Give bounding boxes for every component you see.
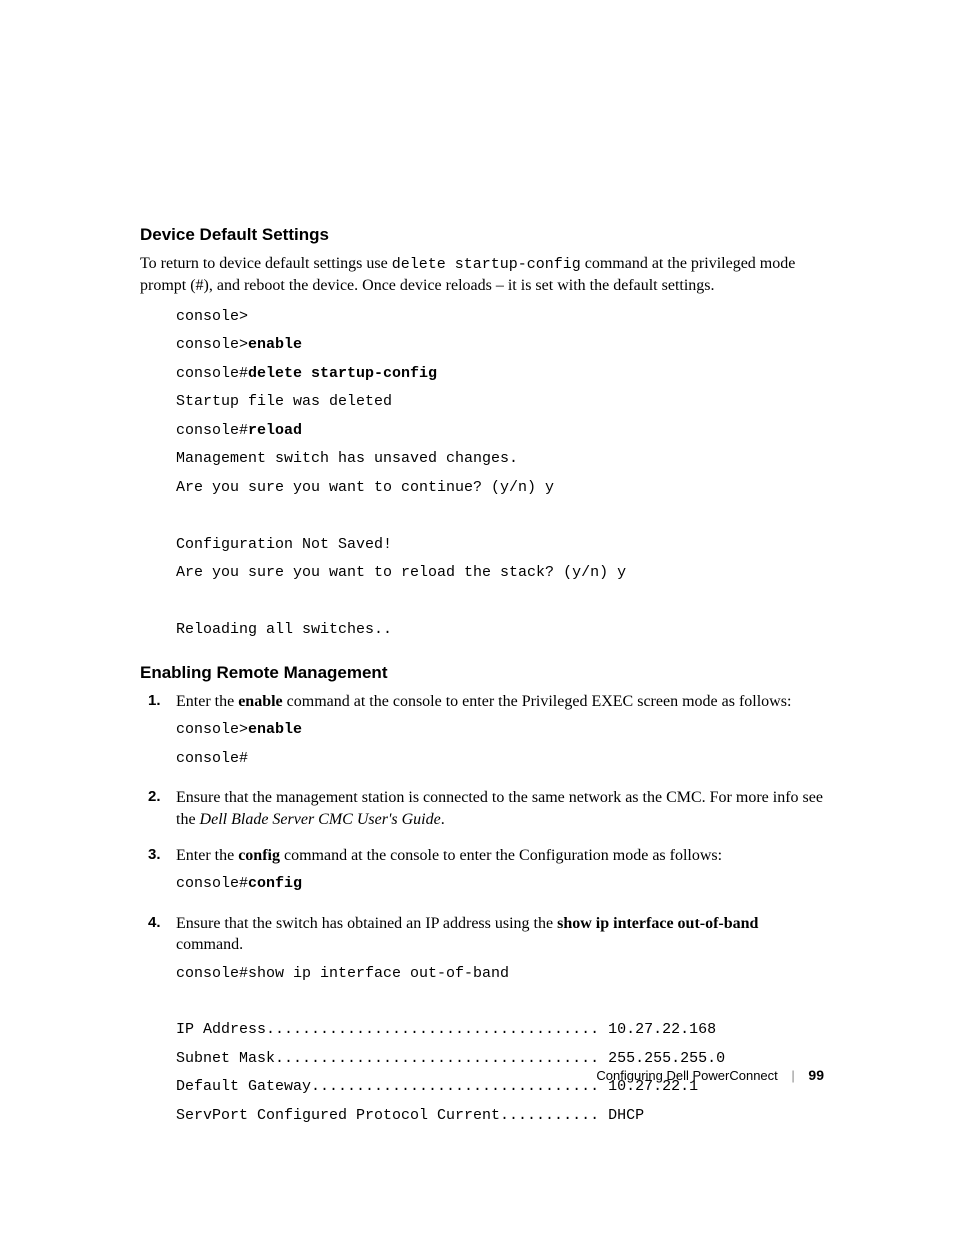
step-text-post: command. (176, 936, 243, 953)
code-block-default: console> console>enable console#delete s… (176, 303, 824, 645)
code-line: Configuration Not Saved! (176, 536, 392, 553)
code-bold: delete startup-config (248, 365, 437, 382)
step-cmd: enable (238, 693, 282, 710)
step-italic: Dell Blade Server CMC User's Guide (200, 811, 441, 828)
step-code: console#show ip interface out-of-band (176, 960, 824, 989)
para-text-pre: To return to device default settings use (140, 255, 392, 272)
step-cmd: show ip interface out-of-band (557, 915, 758, 932)
code-line: console# (176, 875, 248, 892)
page-footer: Configuring Dell PowerConnect | 99 (596, 1067, 824, 1083)
step-text-pre: Enter the (176, 847, 238, 864)
heading-remote-management: Enabling Remote Management (140, 663, 824, 683)
code-line: console# (176, 365, 248, 382)
output-line: Subnet Mask.............................… (176, 1050, 725, 1067)
code-line: Are you sure you want to continue? (y/n)… (176, 479, 554, 496)
step-text-post: command at the console to enter the Priv… (283, 693, 792, 710)
step-code: console#config (176, 870, 824, 899)
step-3: 3. Enter the config command at the conso… (140, 845, 824, 899)
step-text-post: . (441, 811, 445, 828)
heading-device-default: Device Default Settings (140, 225, 824, 245)
step-2: 2. Ensure that the management station is… (140, 787, 824, 830)
step-number: 4. (148, 913, 161, 933)
code-line: console# (176, 422, 248, 439)
code-line: Startup file was deleted (176, 393, 392, 410)
output-line: IP Address..............................… (176, 1021, 716, 1038)
code-bold: enable (248, 336, 302, 353)
inline-command: delete startup-config (392, 256, 581, 273)
footer-divider: | (791, 1068, 794, 1083)
code-line: console> (176, 308, 248, 325)
step-number: 3. (148, 845, 161, 865)
step-number: 2. (148, 787, 161, 807)
step-1: 1. Enter the enable command at the conso… (140, 691, 824, 774)
step-code: console>enable console# (176, 716, 824, 773)
page: Device Default Settings To return to dev… (0, 0, 954, 1235)
step-text-pre: Enter the (176, 693, 238, 710)
para-default-settings: To return to device default settings use… (140, 253, 824, 297)
step-number: 1. (148, 691, 161, 711)
step-4: 4. Ensure that the switch has obtained a… (140, 913, 824, 1131)
step-text-post: command at the console to enter the Conf… (280, 847, 722, 864)
step-text-pre: Ensure that the switch has obtained an I… (176, 915, 557, 932)
code-bold: enable (248, 721, 302, 738)
code-line: Management switch has unsaved changes. (176, 450, 518, 467)
code-line: Reloading all switches.. (176, 621, 392, 638)
footer-title: Configuring Dell PowerConnect (596, 1068, 777, 1083)
code-line: console> (176, 336, 248, 353)
code-bold: reload (248, 422, 302, 439)
output-line: ServPort Configured Protocol Current....… (176, 1107, 644, 1124)
steps-list: 1. Enter the enable command at the conso… (140, 691, 824, 1131)
code-line: console#show ip interface out-of-band (176, 965, 509, 982)
page-number: 99 (808, 1067, 824, 1083)
code-bold: config (248, 875, 302, 892)
step-cmd: config (238, 847, 280, 864)
code-line: Are you sure you want to reload the stac… (176, 564, 626, 581)
code-line: console# (176, 750, 248, 767)
code-line: console> (176, 721, 248, 738)
